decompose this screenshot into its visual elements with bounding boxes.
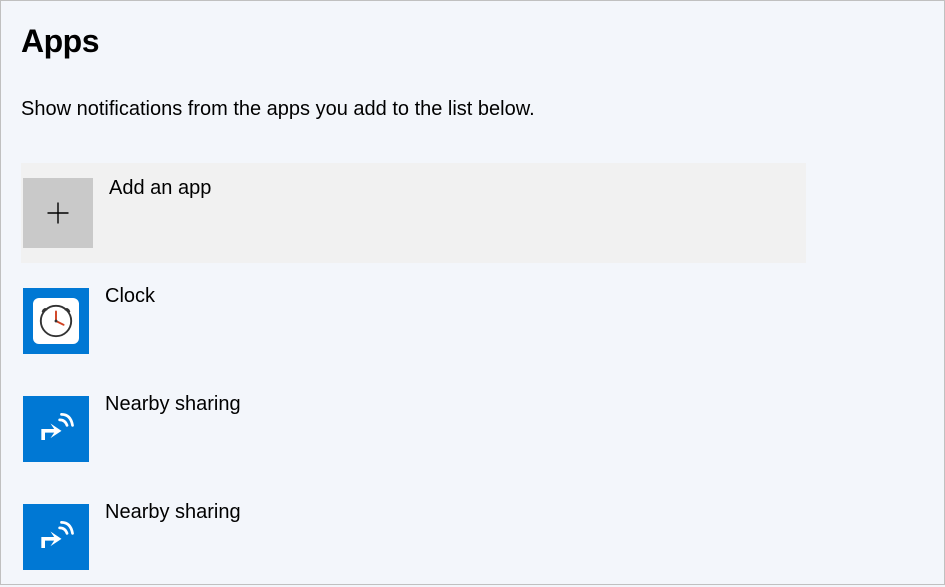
add-app-label: Add an app [109, 177, 211, 200]
app-item-label: Nearby sharing [105, 501, 241, 524]
nearby-sharing-icon [23, 504, 89, 570]
app-item-label: Nearby sharing [105, 393, 241, 416]
add-app-button[interactable]: Add an app [21, 163, 806, 263]
app-item-clock[interactable]: Clock [21, 271, 924, 371]
app-item-label: Clock [105, 285, 155, 308]
clock-icon [23, 288, 89, 354]
page-description: Show notifications from the apps you add… [21, 98, 924, 121]
page-title: Apps [21, 23, 924, 60]
plus-icon [23, 178, 93, 248]
nearby-sharing-icon [23, 396, 89, 462]
app-item-nearby-sharing[interactable]: Nearby sharing [21, 487, 924, 587]
app-item-nearby-sharing[interactable]: Nearby sharing [21, 379, 924, 479]
